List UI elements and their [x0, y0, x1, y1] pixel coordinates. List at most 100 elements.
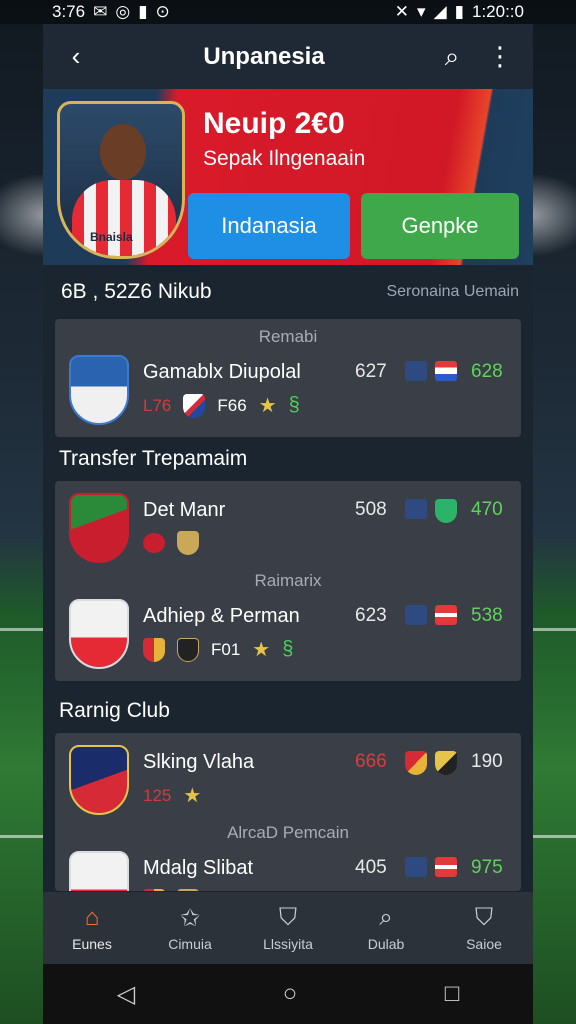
swirl-icon: § — [282, 638, 294, 660]
hero-banner: Bnaisla Neuip 2€0 Sepak Ilngenaain Indan… — [43, 89, 533, 265]
flag-icon — [435, 361, 457, 381]
section3-title: Rarnig Club — [59, 699, 170, 722]
player-name: Gamablx Diupolal — [143, 361, 301, 383]
star-icon: ★ — [258, 395, 277, 417]
player-shield-avatar: Bnaisla — [57, 101, 185, 259]
hero-button-blue[interactable]: Indanasia — [188, 193, 350, 259]
status-time-left: 3:76 — [52, 2, 86, 21]
star-icon: ★ — [252, 639, 271, 661]
nav-label: Cimuia — [168, 936, 212, 952]
wifi-icon: ▾ — [417, 2, 426, 21]
system-nav-bar: ◁ ○ □ — [43, 964, 533, 1024]
person-icon — [405, 499, 427, 519]
star-badge-icon: ✩ — [179, 905, 201, 932]
system-recents-icon[interactable]: □ — [445, 980, 460, 1008]
player-name: Adhiep & Perman — [143, 605, 300, 627]
list-item[interactable]: Mdalg Slibat 405 975 — [55, 845, 521, 891]
signal-icon: ◢ — [433, 2, 447, 21]
flag-group — [405, 857, 457, 877]
nav-label: Llssiyita — [263, 936, 313, 952]
section2-title: Transfer Trepamaim — [59, 447, 248, 470]
player-sub: 125 ★ — [143, 783, 201, 808]
player-shirt — [72, 180, 176, 256]
swirl-icon: § — [288, 394, 300, 416]
section1-subtitle[interactable]: Seronaina Uemain — [386, 283, 519, 301]
avatar — [69, 355, 129, 425]
section1-title: 6B , 52Z6 Nikub — [61, 280, 212, 303]
section3-card: Slking Vlaha 125 ★ 666 190 AlrcaD Pemcai… — [55, 733, 521, 891]
club-badge-icon — [143, 637, 165, 662]
hero-button-green[interactable]: Genpke — [361, 193, 519, 259]
list-item[interactable]: Slking Vlaha 125 ★ 666 190 — [55, 739, 521, 821]
hero-headline: Neuip 2€0 — [203, 107, 345, 140]
row-value: 623 — [355, 605, 387, 626]
list-item[interactable]: Adhiep & Perman F01 ★ § 623 538 — [55, 593, 521, 675]
avatar — [69, 851, 129, 891]
list-item[interactable]: Gamablx Diupolal L76 F66 ★ § 627 628 — [55, 349, 521, 431]
status-bar: 3:76 ✉ ◎ ▮ ⊙ ✕ ▾ ◢ ▮ 1:20::0 — [0, 0, 576, 24]
person-icon — [405, 361, 427, 381]
flag-icon — [435, 605, 457, 625]
club-crest-avatar — [69, 493, 129, 563]
flag-group — [405, 751, 457, 775]
club-badge-icon — [143, 889, 165, 891]
player-name: Slking Vlaha — [143, 751, 255, 773]
person-icon — [405, 605, 427, 625]
nav-item-5[interactable]: ⛉ Saioe — [439, 904, 529, 952]
search-icon: ⌕ — [379, 904, 393, 931]
row-score: 975 — [471, 857, 503, 878]
player-name: Det Manr — [143, 499, 226, 521]
nav-label: Eunes — [72, 936, 112, 952]
battery-small-icon: ▮ — [138, 2, 148, 21]
nav-item-3[interactable]: ⛉ Llssiyita — [243, 904, 333, 952]
mail-icon: ✉ — [93, 2, 108, 21]
section2-card: Det Manr 508 470 Raimarix Adhiep & Perma… — [55, 481, 521, 681]
club-badge-icon — [183, 393, 206, 418]
sub-red-value: L76 — [143, 395, 172, 415]
uk-flag-icon — [143, 533, 165, 553]
avatar — [69, 599, 129, 669]
black-badge-icon — [177, 637, 199, 662]
search-icon[interactable]: ⌕ — [437, 41, 467, 72]
card-caption: Remabi — [258, 327, 318, 346]
app-bar: ‹ Unpanesia ⌕ ⋮ — [43, 24, 533, 89]
bottom-nav: ⌂ Eunes ✩ Cimuia ⛉ Llssiyita ⌕ Dulab ⛉ S… — [43, 892, 533, 964]
mute-icon: ✕ — [394, 2, 410, 21]
nav-label: Dulab — [367, 936, 405, 952]
hero-subline: Sepak Ilngenaain — [203, 147, 366, 170]
home-icon: ⌂ — [84, 904, 100, 931]
shield-icon: ⛉ — [475, 904, 493, 931]
sub-text: F01 — [211, 639, 241, 659]
row-value: 405 — [355, 857, 387, 878]
flag-group — [405, 605, 457, 625]
list-item[interactable]: Det Manr 508 470 — [55, 487, 521, 569]
player-sub — [143, 889, 199, 891]
player-sub: L76 F66 ★ § — [143, 393, 300, 418]
star-icon: ★ — [183, 785, 202, 807]
back-arrow-icon[interactable]: ‹ — [61, 41, 91, 72]
row-value: 508 — [355, 499, 387, 520]
app-screen: ‹ Unpanesia ⌕ ⋮ Bnaisla Neuip 2€0 Sepak … — [43, 24, 533, 1024]
section1-header: 6B , 52Z6 Nikub Seronaina Uemain — [43, 265, 533, 319]
green-badge-icon — [435, 499, 457, 523]
overflow-menu-icon[interactable]: ⋮ — [485, 41, 515, 72]
flag-group — [405, 499, 457, 523]
card-caption: Raimarix — [254, 571, 322, 590]
system-home-icon[interactable]: ○ — [283, 980, 298, 1008]
nav-item-2[interactable]: ✩ Cimuia — [145, 904, 235, 952]
nav-label: Saioe — [466, 936, 502, 952]
club-badge-icon — [177, 531, 199, 555]
player-head — [100, 124, 146, 180]
sub-text: F66 — [217, 395, 247, 415]
flag-group — [405, 361, 457, 381]
red-badge-icon — [405, 751, 427, 775]
nav-item-4[interactable]: ⌕ Dulab — [341, 904, 431, 952]
row-score: 190 — [471, 751, 503, 772]
nav-item-home[interactable]: ⌂ Eunes — [47, 904, 137, 952]
card-caption: AlrcaD Pemcain — [227, 823, 349, 842]
person-icon — [405, 857, 427, 877]
club-crest-avatar — [69, 745, 129, 815]
status-time-right: 1:20::0 — [472, 2, 524, 21]
system-back-icon[interactable]: ◁ — [117, 980, 135, 1009]
shield-icon: ⛉ — [279, 904, 297, 931]
